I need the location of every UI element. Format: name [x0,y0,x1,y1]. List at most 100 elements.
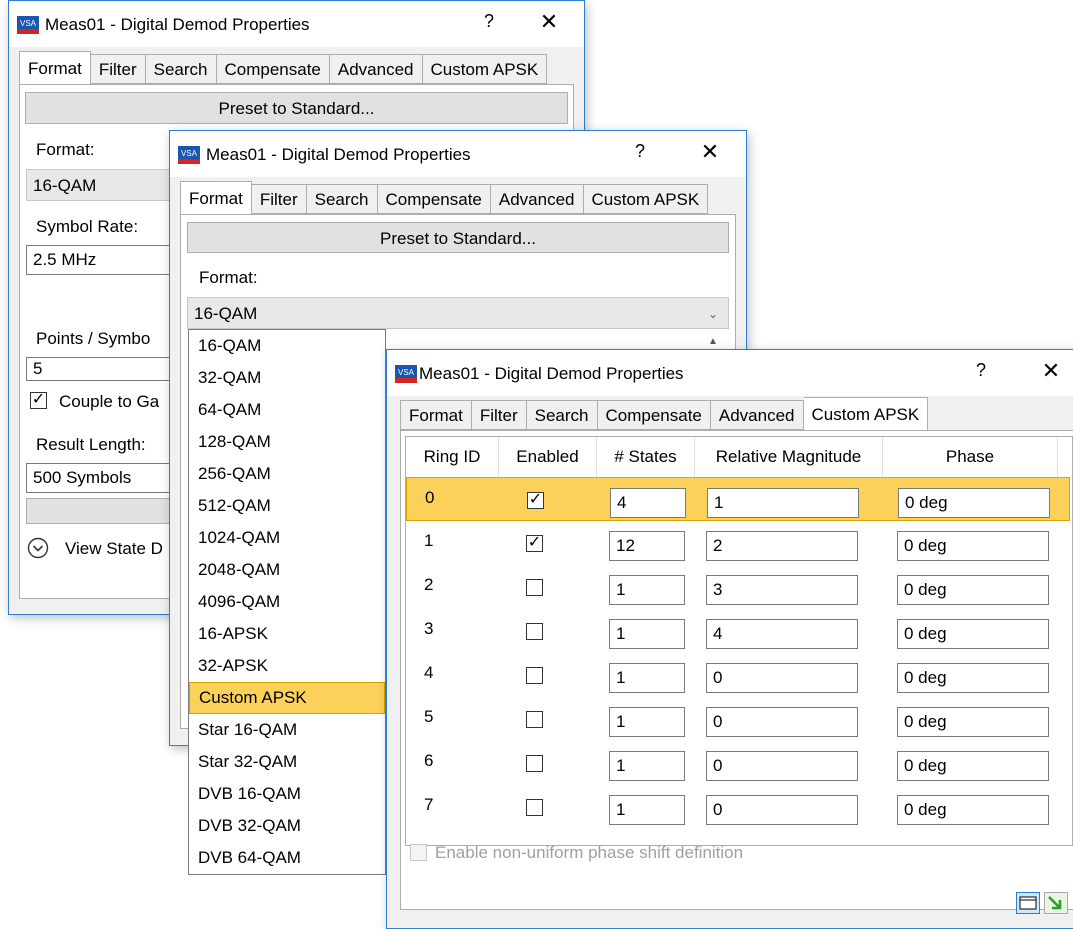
relative-magnitude-input[interactable]: 0 [706,795,858,825]
help-button[interactable]: ? [477,11,501,32]
format-label: Format: [36,140,95,159]
preset-to-standard-button[interactable]: Preset to Standard... [187,222,729,253]
format-combo[interactable]: 16-QAM [26,169,176,201]
states-input[interactable]: 4 [610,488,686,518]
table-row[interactable]: 4 10 0 deg [406,653,1070,697]
format-combo-value: 16-QAM [194,304,258,323]
phase-input[interactable]: 0 deg [897,663,1049,693]
tab-compensate[interactable]: Compensate [597,400,711,430]
format-option[interactable]: DVB 16-QAM [189,778,385,810]
enabled-checkbox[interactable]: ✓ [527,492,544,509]
format-option[interactable]: DVB 32-QAM [189,810,385,842]
phase-input[interactable]: 0 deg [897,795,1049,825]
preset-to-standard-button[interactable]: Preset to Standard... [25,92,568,124]
tab-search[interactable]: Search [145,54,217,84]
relative-magnitude-input[interactable]: 0 [706,663,858,693]
phase-input[interactable]: 0 deg [898,488,1050,518]
tab-filter[interactable]: Filter [471,400,527,430]
help-button[interactable]: ? [628,141,652,162]
relative-magnitude-input[interactable]: 0 [706,751,858,781]
tab-advanced[interactable]: Advanced [329,54,423,84]
format-option[interactable]: 256-QAM [189,458,385,490]
format-option[interactable]: Star 16-QAM [189,714,385,746]
close-button[interactable]: ✕ [537,9,561,35]
tab-filter[interactable]: Filter [251,184,307,214]
states-input[interactable]: 1 [609,795,685,825]
states-input[interactable]: 1 [609,751,685,781]
relative-magnitude-input[interactable]: 4 [706,619,858,649]
table-row[interactable]: 7 10 0 deg [406,785,1070,829]
tab-filter[interactable]: Filter [90,54,146,84]
close-button[interactable]: ✕ [1039,358,1063,384]
points-per-symbol-input[interactable]: 5 [26,357,176,381]
relative-magnitude-input[interactable]: 1 [707,488,859,518]
tab-format[interactable]: Format [400,400,472,430]
blank-button[interactable] [26,498,176,524]
tab-advanced[interactable]: Advanced [490,184,584,214]
format-option[interactable]: 1024-QAM [189,522,385,554]
close-button[interactable]: ✕ [698,139,722,165]
format-option[interactable]: 128-QAM [189,426,385,458]
states-input[interactable]: 1 [609,707,685,737]
enabled-checkbox[interactable] [526,623,543,640]
view-state-link[interactable]: View State D [65,539,163,559]
format-option[interactable]: 2048-QAM [189,554,385,586]
export-arrow-icon[interactable] [1044,892,1068,914]
tab-custom-apsk[interactable]: Custom APSK [803,397,929,430]
format-option[interactable]: 16-APSK [189,618,385,650]
format-option[interactable]: 4096-QAM [189,586,385,618]
format-option[interactable]: DVB 64-QAM [189,842,385,874]
window-title: Meas01 - Digital Demod Properties [206,145,471,164]
enabled-checkbox[interactable] [526,667,543,684]
symbol-rate-input[interactable]: 2.5 MHz [26,245,176,275]
tab-compensate[interactable]: Compensate [377,184,491,214]
table-row[interactable]: 1 ✓ 12 2 0 deg [406,521,1070,565]
table-row[interactable]: 3 14 0 deg [406,609,1070,653]
format-option[interactable]: Star 32-QAM [189,746,385,778]
nonuniform-phase-checkbox[interactable] [410,844,427,861]
tab-compensate[interactable]: Compensate [216,54,330,84]
enabled-checkbox[interactable]: ✓ [526,535,543,552]
relative-magnitude-input[interactable]: 0 [706,707,858,737]
tab-advanced[interactable]: Advanced [710,400,804,430]
format-option[interactable]: 512-QAM [189,490,385,522]
enabled-checkbox[interactable] [526,799,543,816]
format-option[interactable]: 64-QAM [189,394,385,426]
phase-input[interactable]: 0 deg [897,531,1049,561]
tab-format[interactable]: Format [19,51,91,84]
enabled-checkbox[interactable] [526,711,543,728]
table-row[interactable]: 5 10 0 deg [406,697,1070,741]
table-row[interactable]: 6 10 0 deg [406,741,1070,785]
states-input[interactable]: 1 [609,619,685,649]
enabled-checkbox[interactable] [526,579,543,596]
table-row[interactable]: 0 ✓ 4 1 0 deg [406,477,1070,521]
format-combo[interactable]: 16-QAM ⌄ [187,297,729,329]
help-button[interactable]: ? [969,360,993,381]
relative-magnitude-input[interactable]: 2 [706,531,858,561]
format-option[interactable]: 16-QAM [189,330,385,362]
couple-checkbox[interactable]: ✓ [30,392,47,409]
phase-input[interactable]: 0 deg [897,707,1049,737]
tab-custom-apsk[interactable]: Custom APSK [583,184,709,214]
format-option[interactable]: 32-QAM [189,362,385,394]
tab-search[interactable]: Search [526,400,598,430]
table-row[interactable]: 2 13 0 deg [406,565,1070,609]
format-option[interactable]: 32-APSK [189,650,385,682]
phase-input[interactable]: 0 deg [897,575,1049,605]
states-input[interactable]: 1 [609,663,685,693]
phase-input[interactable]: 0 deg [897,619,1049,649]
ring-id-cell: 6 [424,751,434,770]
tab-search[interactable]: Search [306,184,378,214]
expand-chevron-icon[interactable] [27,537,49,559]
enabled-checkbox[interactable] [526,755,543,772]
format-option[interactable]: Custom APSK [189,682,385,714]
relative-magnitude-input[interactable]: 3 [706,575,858,605]
phase-input[interactable]: 0 deg [897,751,1049,781]
tab-format[interactable]: Format [180,181,252,214]
tab-custom-apsk[interactable]: Custom APSK [422,54,548,84]
window-layout-icon[interactable] [1016,892,1040,914]
scroll-up-arrow-icon[interactable]: ▲ [708,336,718,347]
states-input[interactable]: 12 [609,531,685,561]
states-input[interactable]: 1 [609,575,685,605]
result-length-input[interactable]: 500 Symbols [26,463,176,493]
